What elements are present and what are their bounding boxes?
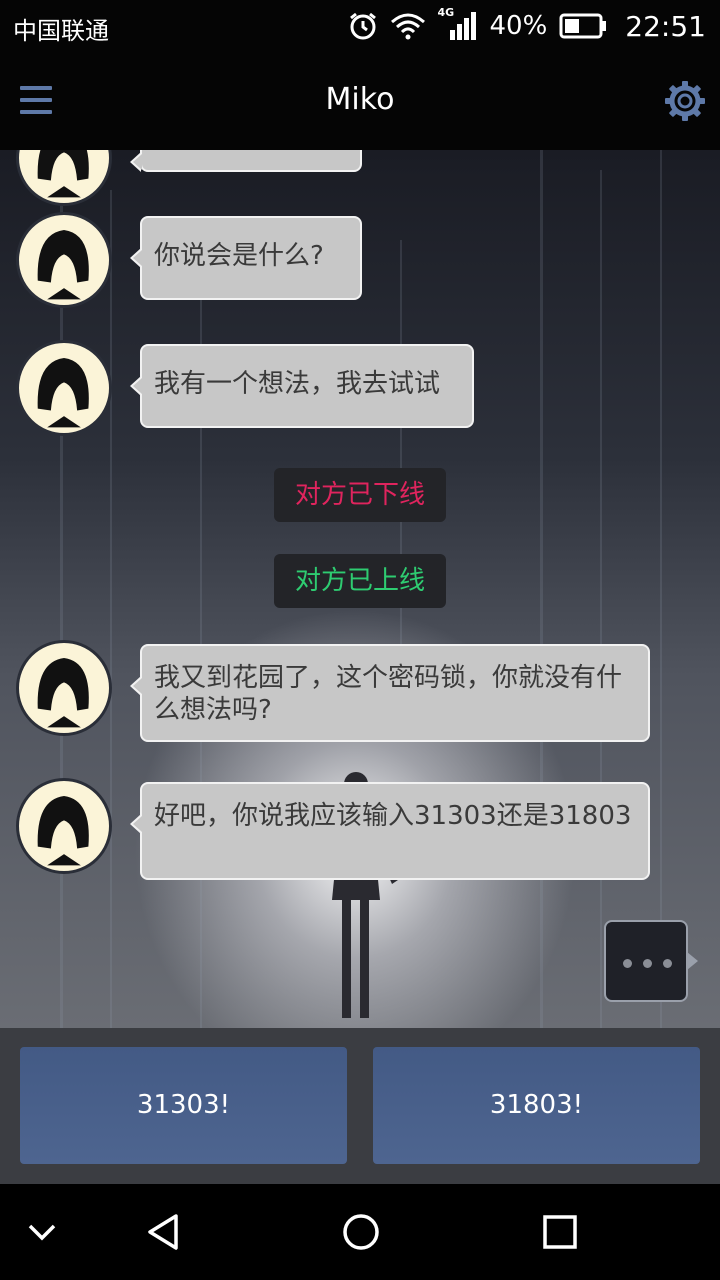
message-bubble: 你说会是什么? <box>130 216 362 300</box>
avatar[interactable] <box>16 212 112 308</box>
system-nav-bar <box>0 1184 720 1280</box>
battery-percent: 40% <box>489 11 548 41</box>
avatar[interactable] <box>16 778 112 874</box>
message-bubble: 我又到花园了，这个密码锁，你就没有什么想法吗? <box>130 644 650 742</box>
carrier-label: 中国联通 <box>13 17 109 45</box>
system-status-online: 对方已上线 <box>274 554 446 608</box>
option-button-31303[interactable]: 31303! <box>20 1047 347 1164</box>
clock: 22:51 <box>625 9 706 43</box>
battery-icon <box>559 13 607 39</box>
recents-icon[interactable] <box>542 1212 578 1256</box>
alarm-icon <box>348 11 378 41</box>
home-icon[interactable] <box>341 1212 381 1256</box>
wifi-icon <box>390 12 426 40</box>
reply-options: 31303! 31803! <box>0 1028 720 1184</box>
message-bubble-partial <box>130 150 362 172</box>
avatar[interactable] <box>16 340 112 436</box>
gear-icon[interactable] <box>664 80 706 122</box>
message-bubble: 我有一个想法，我去试试 <box>130 344 474 428</box>
message-bubble: 好吧，你说我应该输入31303还是31803 <box>130 782 650 880</box>
chevron-down-icon[interactable] <box>24 1212 60 1256</box>
back-icon[interactable] <box>144 1212 184 1256</box>
signal-icon: 4G <box>437 6 478 44</box>
typing-indicator <box>604 920 698 1002</box>
avatar[interactable] <box>16 150 112 206</box>
status-bar: 中国联通 4G 40% 22:51 <box>0 0 720 50</box>
option-button-31803[interactable]: 31803! <box>373 1047 700 1164</box>
system-status-offline: 对方已下线 <box>274 468 446 522</box>
app-header: Miko <box>0 50 720 150</box>
chat-title: Miko <box>325 82 395 117</box>
avatar[interactable] <box>16 640 112 736</box>
network-type-label: 4G <box>437 6 455 19</box>
chat-area[interactable]: 你说会是什么? 我有一个想法，我去试试 对方已下线 对方已上线 我又到花园了，这… <box>0 150 720 1028</box>
